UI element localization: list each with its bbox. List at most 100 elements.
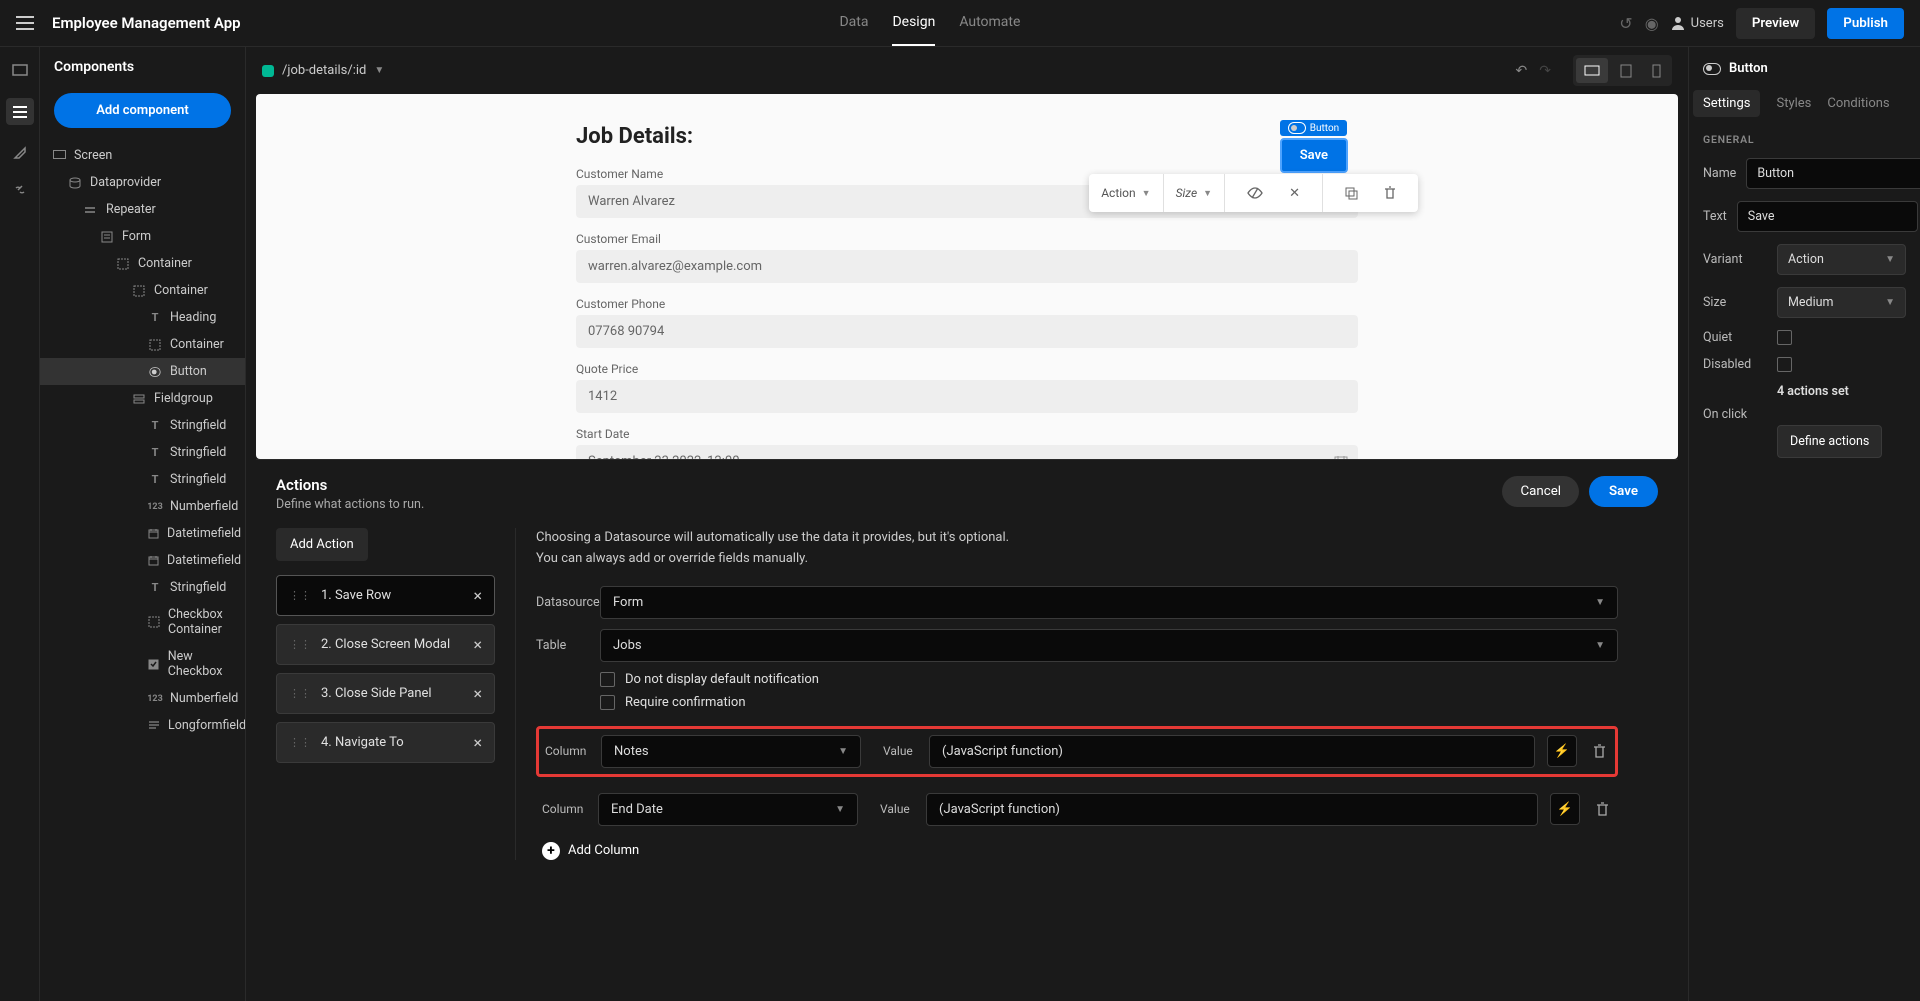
- value-label: Value: [880, 802, 914, 816]
- tree-item[interactable]: Checkbox Container: [40, 601, 245, 643]
- action-item[interactable]: ⋮⋮4. Navigate To×: [276, 722, 495, 763]
- trash-icon[interactable]: [1592, 801, 1612, 817]
- device-mobile-icon[interactable]: [1644, 58, 1669, 83]
- tab-styles[interactable]: Styles: [1776, 90, 1811, 117]
- revert-icon[interactable]: ↺: [1619, 14, 1632, 33]
- name-input[interactable]: [1746, 158, 1920, 189]
- tree-item[interactable]: Fieldgroup: [40, 385, 245, 412]
- confirmation-checkbox-row[interactable]: Require confirmation: [536, 695, 1618, 710]
- duplicate-icon[interactable]: [1335, 186, 1368, 201]
- tree-item[interactable]: Button: [40, 358, 245, 385]
- close-icon[interactable]: ×: [473, 684, 482, 703]
- drag-handle-icon[interactable]: ⋮⋮: [289, 736, 311, 749]
- close-icon[interactable]: ×: [473, 586, 482, 605]
- device-tablet-icon[interactable]: [1612, 58, 1640, 83]
- field-input[interactable]: [576, 250, 1358, 283]
- visibility-icon[interactable]: [1237, 186, 1273, 201]
- action-dropdown[interactable]: Action▼: [1089, 174, 1163, 212]
- hamburger-icon[interactable]: [16, 16, 36, 30]
- tab-design[interactable]: Design: [892, 0, 935, 46]
- drag-handle-icon[interactable]: ⋮⋮: [289, 589, 311, 602]
- checkbox-icon[interactable]: [600, 695, 615, 710]
- trash-icon[interactable]: [1589, 743, 1609, 759]
- tree-item[interactable]: THeading: [40, 304, 245, 331]
- tab-settings[interactable]: Settings: [1693, 90, 1760, 117]
- quiet-checkbox[interactable]: [1777, 330, 1792, 345]
- tree-item[interactable]: Container: [40, 331, 245, 358]
- magic-icon[interactable]: ✕: [1279, 186, 1310, 201]
- value-input[interactable]: (JavaScript function): [929, 735, 1535, 768]
- add-component-button[interactable]: Add component: [54, 93, 231, 128]
- tree-item[interactable]: Longformfield: [40, 712, 245, 739]
- tree-item[interactable]: Screen: [40, 142, 245, 169]
- publish-button[interactable]: Publish: [1827, 8, 1904, 39]
- cancel-button[interactable]: Cancel: [1502, 476, 1579, 507]
- disabled-checkbox[interactable]: [1777, 357, 1792, 372]
- field-input[interactable]: [576, 380, 1358, 413]
- column-select[interactable]: End Date▼: [598, 793, 858, 826]
- status-dot-icon: [262, 65, 274, 77]
- tree-item[interactable]: New Checkbox: [40, 643, 245, 685]
- tree-item[interactable]: Form: [40, 223, 245, 250]
- tree-label: Longformfield: [168, 718, 245, 733]
- tree-item[interactable]: 123Numberfield: [40, 493, 245, 520]
- save-button-preview[interactable]: Save: [1280, 138, 1348, 173]
- define-actions-button[interactable]: Define actions: [1777, 425, 1882, 458]
- tree-item[interactable]: 123Numberfield: [40, 685, 245, 712]
- tab-automate[interactable]: Automate: [959, 0, 1020, 46]
- close-icon[interactable]: ×: [473, 733, 482, 752]
- field-label: Start Date: [576, 427, 1358, 441]
- tree-label: Container: [138, 256, 192, 271]
- size-dropdown[interactable]: Size▼: [1164, 174, 1226, 212]
- components-icon[interactable]: [6, 98, 34, 125]
- save-actions-button[interactable]: Save: [1589, 476, 1658, 507]
- size-select[interactable]: Medium▼: [1777, 287, 1906, 318]
- checkbox-icon[interactable]: [600, 672, 615, 687]
- screens-icon[interactable]: [12, 63, 28, 78]
- tree-item[interactable]: TStringfield: [40, 574, 245, 601]
- add-column-button[interactable]: + Add Column: [542, 842, 1618, 860]
- value-input[interactable]: (JavaScript function): [926, 793, 1538, 826]
- tree-item[interactable]: Datetimefield: [40, 520, 245, 547]
- text-input[interactable]: [1737, 201, 1918, 232]
- tab-data[interactable]: Data: [839, 0, 868, 46]
- tree-label: Form: [122, 229, 151, 244]
- preview-button[interactable]: Preview: [1736, 8, 1815, 39]
- close-icon[interactable]: ×: [473, 635, 482, 654]
- datasource-select[interactable]: Form▼: [600, 586, 1618, 619]
- field-input[interactable]: [576, 315, 1358, 348]
- table-select[interactable]: Jobs▼: [600, 629, 1618, 662]
- add-action-button[interactable]: Add Action: [276, 528, 368, 561]
- column-select[interactable]: Notes▼: [601, 735, 861, 768]
- tree-item[interactable]: Datetimefield: [40, 547, 245, 574]
- links-icon[interactable]: [13, 180, 27, 195]
- tab-conditions[interactable]: Conditions: [1827, 90, 1889, 117]
- tree-item[interactable]: Container: [40, 250, 245, 277]
- redo-icon[interactable]: ↷: [1539, 63, 1551, 79]
- tree-item[interactable]: TStringfield: [40, 466, 245, 493]
- variant-select[interactable]: Action▼: [1777, 244, 1906, 275]
- action-item[interactable]: ⋮⋮ 2. Close Screen Modal ×: [276, 624, 495, 665]
- users-button[interactable]: Users: [1671, 16, 1724, 31]
- tree-item[interactable]: Repeater: [40, 196, 245, 223]
- drag-handle-icon[interactable]: ⋮⋮: [289, 638, 311, 651]
- globe-icon[interactable]: ◉: [1645, 14, 1659, 33]
- route-text: /job-details/:id: [282, 63, 366, 78]
- bolt-icon[interactable]: ⚡: [1547, 735, 1577, 767]
- delete-icon[interactable]: [1374, 186, 1406, 201]
- tree-item[interactable]: Dataprovider: [40, 169, 245, 196]
- theme-icon[interactable]: [13, 145, 27, 160]
- tree-item[interactable]: TStringfield: [40, 412, 245, 439]
- tree-item[interactable]: Container: [40, 277, 245, 304]
- action-item[interactable]: ⋮⋮1. Save Row×: [276, 575, 495, 616]
- undo-icon[interactable]: ↶: [1516, 63, 1528, 79]
- route-selector[interactable]: /job-details/:id ▼: [262, 63, 384, 78]
- field-input[interactable]: [576, 445, 1358, 459]
- bolt-icon[interactable]: ⚡: [1550, 793, 1580, 825]
- device-desktop-icon[interactable]: [1576, 58, 1608, 83]
- tree-item[interactable]: TStringfield: [40, 439, 245, 466]
- notification-checkbox-row[interactable]: Do not display default notification: [536, 672, 1618, 687]
- drag-handle-icon[interactable]: ⋮⋮: [289, 687, 311, 700]
- action-item[interactable]: ⋮⋮3. Close Side Panel×: [276, 673, 495, 714]
- action-label: 2. Close Screen Modal: [321, 637, 450, 652]
